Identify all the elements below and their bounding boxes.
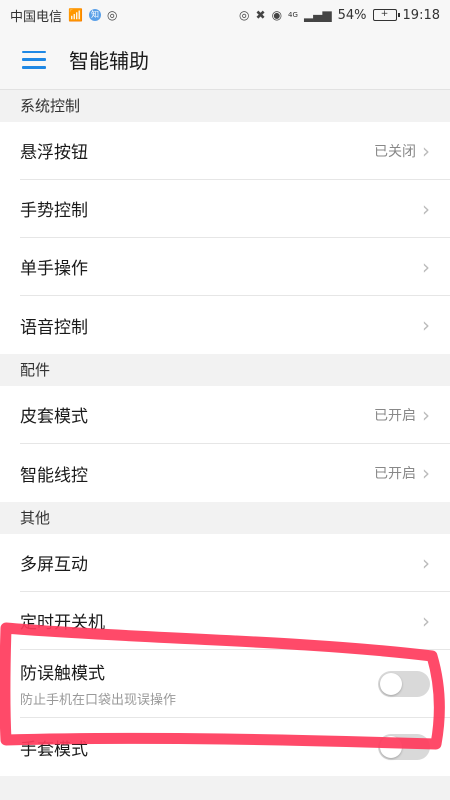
chevron-right-icon: › (422, 254, 430, 279)
network-type-icon: 4G (288, 10, 298, 19)
group-other: 多屏互动 › 定时开关机 › 防误触模式 防止手机在口袋出现误操作 手套模式 (0, 534, 450, 776)
row-floating-button[interactable]: 悬浮按钮 已关闭 › (20, 122, 450, 180)
row-scheduled-power[interactable]: 定时开关机 › (20, 592, 450, 650)
app-notification-icon: 📶 (68, 8, 83, 22)
carrier-label: 中国电信 (10, 9, 63, 25)
row-label: 智能线控 (20, 465, 88, 486)
nfc-icon: ◎ (239, 8, 250, 22)
section-title-system: 系统控制 (0, 90, 450, 122)
row-glove-mode[interactable]: 手套模式 (20, 718, 450, 776)
notification-badge-icon: 知 (88, 9, 101, 21)
battery-icon: + (372, 9, 400, 21)
clock: 19:18 (402, 7, 440, 23)
chevron-right-icon: › (422, 461, 430, 485)
menu-icon[interactable] (22, 50, 46, 69)
row-pocket-mode[interactable]: 防误触模式 防止手机在口袋出现误操作 (20, 650, 450, 718)
row-multi-screen[interactable]: 多屏互动 › (20, 534, 450, 592)
row-status: 已开启 (374, 466, 416, 482)
row-label: 单手操作 (20, 259, 88, 279)
status-bar-right: ◎ ✖ ◉ 4G ▂▄▆ 54% + 19:18 (239, 8, 440, 23)
pocket-mode-toggle[interactable] (378, 670, 430, 697)
row-label: 皮套模式 (20, 407, 88, 427)
row-label: 手套模式 (20, 739, 88, 760)
row-label: 手势控制 (20, 201, 88, 221)
signal-icon: ▂▄▆ (303, 8, 332, 22)
row-voice-control[interactable]: 语音控制 › (20, 296, 450, 354)
row-label: 防误触模式 (20, 664, 105, 684)
chevron-right-icon: › (422, 313, 430, 337)
row-label: 定时开关机 (20, 613, 105, 633)
row-gesture-control[interactable]: 手势控制 › (20, 180, 450, 238)
app-header: 智能辅助 (0, 30, 450, 90)
battery-percent: 54% (337, 7, 367, 23)
status-bar-left: 中国电信 📶 知 ◎ (10, 6, 117, 25)
mute-icon: ✖ (255, 8, 266, 22)
glove-mode-toggle[interactable] (378, 734, 430, 760)
group-system: 悬浮按钮 已关闭 › 手势控制 › 单手操作 › 语音控制 › (0, 122, 450, 354)
group-accessories: 皮套模式 已开启 › 智能线控 已开启 › (0, 386, 450, 502)
chevron-right-icon: › (422, 138, 430, 163)
section-title-accessories: 配件 (0, 354, 450, 386)
row-one-hand-mode[interactable]: 单手操作 › (20, 238, 450, 296)
chevron-right-icon: › (422, 402, 430, 427)
row-status: 已开启 (374, 407, 416, 424)
chevron-right-icon: › (422, 550, 430, 575)
eye-comfort-icon: ◉ (271, 8, 283, 22)
hotspot-icon: ◎ (106, 8, 118, 22)
status-bar: 中国电信 📶 知 ◎ ◎ ✖ ◉ 4G ▂▄▆ 54% + 19:18 (0, 0, 450, 30)
row-label: 语音控制 (20, 317, 88, 338)
chevron-right-icon: › (422, 196, 430, 221)
row-label: 悬浮按钮 (20, 143, 88, 163)
row-label: 多屏互动 (20, 555, 88, 575)
page-title: 智能辅助 (69, 49, 149, 73)
chevron-right-icon: › (422, 608, 430, 633)
row-status: 已关闭 (374, 143, 416, 160)
section-title-other: 其他 (0, 502, 450, 534)
row-smart-remote[interactable]: 智能线控 已开启 › (20, 444, 450, 502)
row-description: 防止手机在口袋出现误操作 (20, 693, 177, 708)
row-cover-mode[interactable]: 皮套模式 已开启 › (20, 386, 450, 444)
